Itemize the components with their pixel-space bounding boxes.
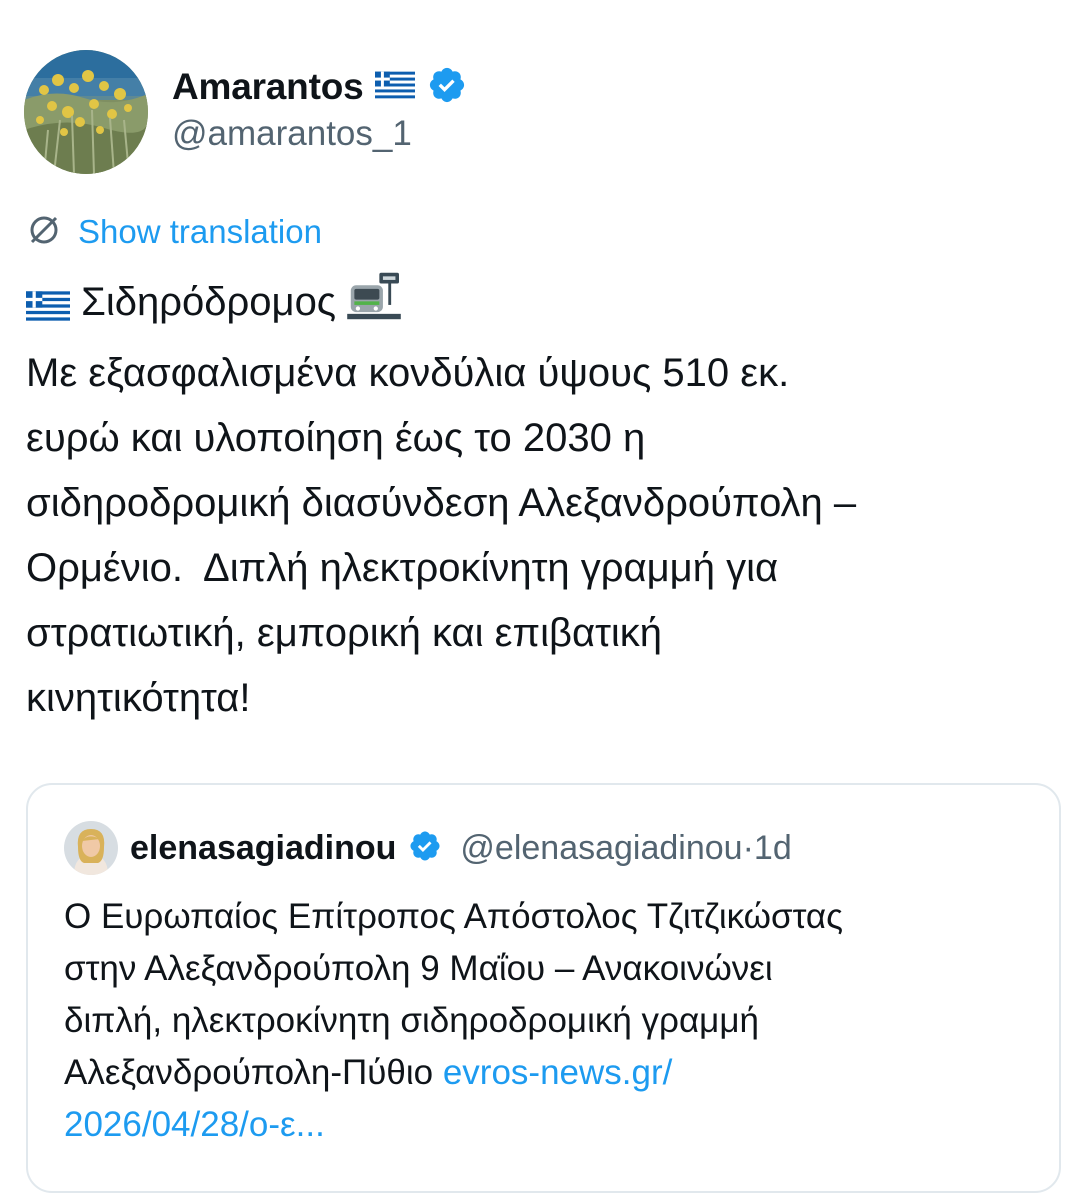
quoted-author-handle[interactable]: @elenasagiadinou [460, 829, 742, 867]
author-display-name[interactable]: Amarantos [172, 66, 364, 108]
tweet-body: Με εξασφαλισμένα κονδύλια ύψους 510 εκ. … [26, 351, 857, 720]
author-avatar[interactable] [24, 50, 148, 174]
quoted-tweet-text: Ο Ευρωπαίος Επίτροπος Απόστολος Τζιτζικώ… [64, 891, 1034, 1151]
globe-icon [26, 212, 62, 253]
tweet-text: Σιδηρόδρομος Με εξασφαλισμένα κονδύλια ύ… [26, 270, 1066, 731]
greece-flag-icon [26, 276, 70, 341]
quoted-author-avatar[interactable] [64, 821, 118, 875]
show-translation-label[interactable]: Show translation [78, 213, 322, 251]
author-name-row: Amarantos [172, 62, 467, 112]
author-handle[interactable]: @amarantos_1 [172, 114, 412, 154]
quoted-tweet-card[interactable]: elenasagiadinou @elenasagiadinou·1d Ο Ευ… [26, 783, 1061, 1193]
train-station-icon [347, 271, 402, 341]
quoted-author-name[interactable]: elenasagiadinou [130, 829, 396, 868]
show-translation-button[interactable]: Show translation [26, 210, 322, 254]
meta-separator: · [742, 828, 754, 867]
quoted-tweet-header: elenasagiadinou @elenasagiadinou·1d [64, 821, 792, 875]
verified-badge-icon [408, 829, 442, 868]
greece-flag-icon [375, 71, 416, 104]
tweet-first-line: Σιδηρόδρομος [81, 280, 337, 324]
quoted-author-meta: @elenasagiadinou·1d [460, 829, 791, 868]
quoted-tweet-time[interactable]: 1d [754, 829, 792, 867]
verified-badge-icon [427, 65, 467, 110]
